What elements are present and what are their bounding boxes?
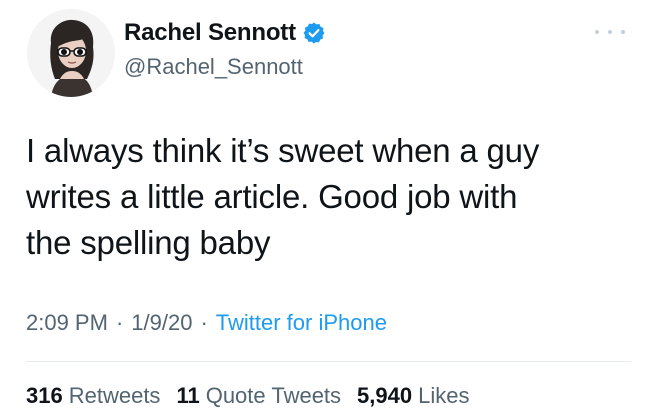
tweet-text-line: I always think it’s sweet when a guy bbox=[26, 132, 540, 169]
tweet-metadata: 2:09 PM · 1/9/20 · Twitter for iPhone bbox=[26, 310, 387, 336]
tweet-card: Rachel Sennott @Rachel_Sennott I always … bbox=[0, 0, 645, 417]
tweet-source-link[interactable]: Twitter for iPhone bbox=[216, 310, 387, 336]
likes-stat[interactable]: 5,940 Likes bbox=[357, 383, 469, 409]
tweet-time[interactable]: 2:09 PM bbox=[26, 310, 108, 336]
meta-separator: · bbox=[200, 310, 208, 335]
display-name[interactable]: Rachel Sennott bbox=[124, 19, 296, 47]
meta-separator: · bbox=[115, 310, 124, 335]
engagement-stats: 316 Retweets 11 Quote Tweets 5,940 Likes bbox=[26, 383, 485, 409]
likes-label: Likes bbox=[418, 383, 470, 408]
quote-tweets-stat[interactable]: 11 Quote Tweets bbox=[176, 383, 341, 409]
verified-badge-icon bbox=[302, 21, 326, 45]
more-options-icon[interactable] bbox=[595, 22, 625, 42]
quote-tweets-count: 11 bbox=[176, 383, 200, 408]
user-handle[interactable]: @Rachel_Sennott bbox=[124, 54, 303, 80]
avatar[interactable] bbox=[27, 9, 115, 97]
likes-count: 5,940 bbox=[357, 383, 413, 408]
tweet-date[interactable]: 1/9/20 bbox=[131, 310, 192, 336]
quote-tweets-label: Quote Tweets bbox=[205, 383, 342, 408]
retweets-label: Retweets bbox=[68, 383, 161, 408]
tweet-text-line: writes a little article. Good job with bbox=[26, 178, 518, 215]
more-dot bbox=[595, 30, 599, 34]
name-row: Rachel Sennott bbox=[124, 16, 326, 50]
more-dot bbox=[608, 30, 612, 34]
divider bbox=[26, 361, 631, 362]
retweets-stat[interactable]: 316 Retweets bbox=[26, 383, 160, 409]
retweets-count: 316 bbox=[26, 383, 63, 408]
tweet-text: I always think it’s sweet when a guy wri… bbox=[26, 128, 626, 266]
tweet-text-line: the spelling baby bbox=[26, 224, 271, 261]
avatar-image bbox=[27, 9, 115, 97]
more-dot bbox=[621, 30, 625, 34]
